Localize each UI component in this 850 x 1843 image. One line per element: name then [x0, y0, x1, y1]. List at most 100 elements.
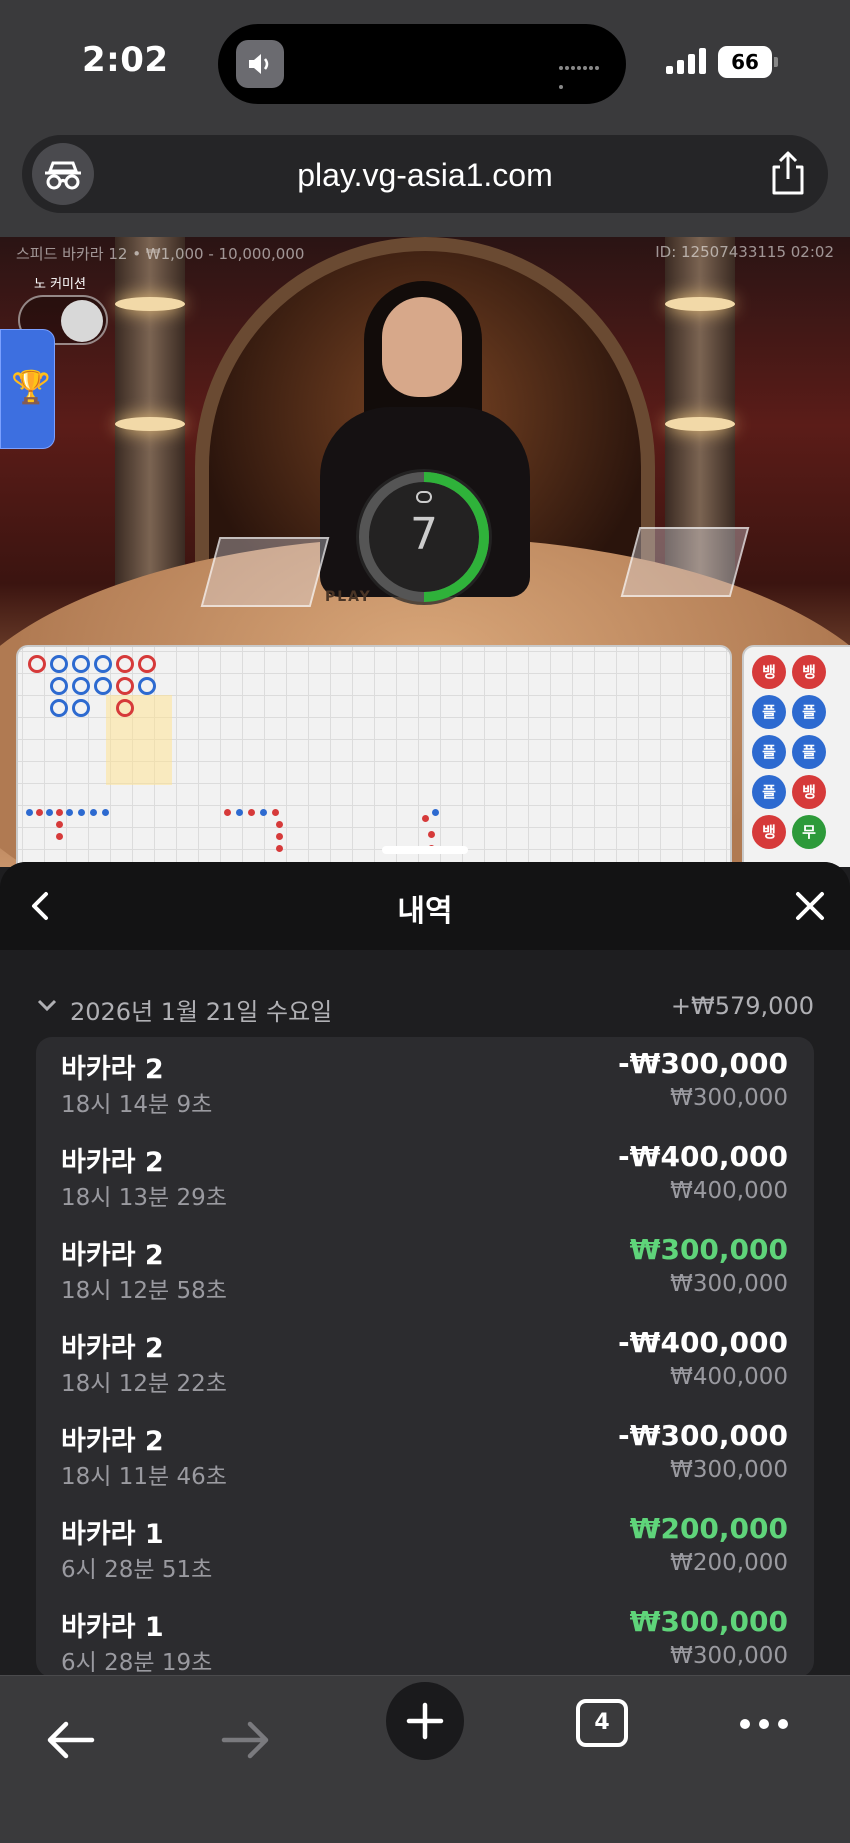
trophy-button[interactable]: 🏆 — [0, 329, 55, 449]
road-dot — [272, 809, 279, 816]
history-row[interactable]: 바카라 2 18시 11분 46초 -₩300,000 ₩300,000 — [36, 1409, 814, 1502]
row-amount: -₩400,000 — [617, 1326, 788, 1359]
discard-holder — [200, 537, 330, 607]
row-bet: ₩400,000 — [670, 1364, 788, 1390]
bead-banker: 뱅 — [792, 775, 826, 809]
history-row[interactable]: 바카라 2 18시 12분 22초 -₩400,000 ₩400,000 — [36, 1316, 814, 1409]
road-bead — [28, 655, 46, 673]
road-dot — [422, 815, 429, 822]
road-bead — [72, 655, 90, 673]
lamp — [115, 297, 185, 311]
bead-player: 플 — [752, 775, 786, 809]
row-time: 6시 28분 51초 — [61, 1557, 213, 1583]
road-dot — [56, 833, 63, 840]
url-text[interactable]: play.vg-asia1.com — [22, 157, 828, 194]
battery-tip — [774, 57, 778, 67]
sheet-title: 내역 — [397, 894, 453, 929]
back-arrow-icon[interactable] — [44, 1720, 96, 1760]
share-icon[interactable] — [766, 149, 810, 197]
row-game-name: 바카라 1 — [61, 1519, 164, 1550]
chevron-down-icon — [37, 999, 57, 1012]
plus-icon — [406, 1702, 444, 1740]
road-dot — [432, 809, 439, 816]
road-bead — [138, 655, 156, 673]
row-amount: ₩300,000 — [629, 1605, 788, 1638]
row-time: 18시 14분 9초 — [61, 1092, 213, 1118]
road-bead — [50, 655, 68, 673]
row-game-name: 바카라 1 — [61, 1612, 164, 1643]
road-bead — [50, 699, 68, 717]
lamp — [665, 297, 735, 311]
live-game-view[interactable]: 스피드 바카라 12 • ₩1,000 - 10,000,000 ID: 125… — [0, 237, 850, 867]
sheet-grabber[interactable] — [382, 846, 468, 854]
road-dot — [26, 809, 33, 816]
history-list: 바카라 2 18시 14분 9초 -₩300,000 ₩300,000 바카라 … — [36, 1037, 814, 1675]
date-group-header[interactable]: 2026년 1월 21일 수요일 +₩579,000 — [36, 990, 814, 1030]
row-game-name: 바카라 2 — [61, 1147, 164, 1178]
row-bet: ₩300,000 — [670, 1643, 788, 1669]
date-label: 2026년 1월 21일 수요일 — [70, 998, 333, 1026]
road-bead — [116, 677, 134, 695]
history-sheet: 내역 2026년 1월 21일 수요일 +₩579,000 바카라 2 18시 … — [0, 862, 850, 1675]
row-bet: ₩300,000 — [670, 1085, 788, 1111]
road-dot — [260, 809, 267, 816]
road-dot — [276, 845, 283, 852]
sheet-header: 내역 — [0, 862, 850, 950]
volume-level-icon — [558, 58, 604, 89]
road-scoreboard[interactable] — [16, 645, 732, 867]
history-row[interactable]: 바카라 2 18시 12분 58초 ₩300,000 ₩300,000 — [36, 1223, 814, 1316]
bead-banker: 뱅 — [752, 655, 786, 689]
browser-toolbar: 4 — [0, 1675, 850, 1843]
bead-player: 플 — [752, 735, 786, 769]
bead-player: 플 — [752, 695, 786, 729]
status-time: 2:02 — [82, 40, 169, 80]
road-bead — [94, 655, 112, 673]
forward-arrow-icon[interactable] — [220, 1720, 272, 1760]
countdown-timer: 7 — [356, 469, 492, 605]
road-dot — [78, 809, 85, 816]
road-bead — [72, 699, 90, 717]
timer-icon — [416, 491, 432, 503]
lamp — [115, 417, 185, 431]
bead-banker: 뱅 — [792, 655, 826, 689]
row-game-name: 바카라 2 — [61, 1240, 164, 1271]
address-bar[interactable]: play.vg-asia1.com — [22, 135, 828, 213]
row-bet: ₩200,000 — [670, 1550, 788, 1576]
bead-road[interactable]: 뱅 뱅 플 플 플 플 플 뱅 뱅 무 — [742, 645, 850, 867]
toggle-knob — [61, 300, 103, 342]
lamp — [665, 417, 735, 431]
history-row[interactable]: 바카라 1 6시 28분 51초 ₩200,000 ₩200,000 — [36, 1502, 814, 1595]
history-row[interactable]: 바카라 2 18시 13분 29초 -₩400,000 ₩400,000 — [36, 1130, 814, 1223]
new-tab-button[interactable] — [386, 1682, 464, 1760]
more-icon[interactable] — [738, 1716, 790, 1732]
road-dot — [66, 809, 73, 816]
row-time: 6시 28분 19초 — [61, 1650, 213, 1675]
road-dot — [236, 809, 243, 816]
road-bead — [116, 699, 134, 717]
row-time: 18시 12분 22초 — [61, 1371, 227, 1397]
close-icon[interactable] — [790, 886, 830, 926]
bead-banker: 뱅 — [752, 815, 786, 849]
road-bead — [94, 677, 112, 695]
row-amount: -₩300,000 — [617, 1047, 788, 1080]
history-row[interactable]: 바카라 2 18시 14분 9초 -₩300,000 ₩300,000 — [36, 1037, 814, 1130]
history-row[interactable]: 바카라 1 6시 28분 19초 ₩300,000 ₩300,000 — [36, 1595, 814, 1675]
tabs-button[interactable]: 4 — [576, 1699, 628, 1747]
dealer-face — [382, 297, 462, 397]
row-amount: ₩200,000 — [629, 1512, 788, 1545]
bead-tie: 무 — [792, 815, 826, 849]
road-bead — [50, 677, 68, 695]
card-shoe — [620, 527, 750, 597]
road-dot — [56, 821, 63, 828]
road-dot — [276, 821, 283, 828]
row-bet: ₩400,000 — [670, 1178, 788, 1204]
row-game-name: 바카라 2 — [61, 1426, 164, 1457]
row-amount: -₩300,000 — [617, 1419, 788, 1452]
road-dot — [224, 809, 231, 816]
table-info: 스피드 바카라 12 • ₩1,000 - 10,000,000 — [16, 245, 305, 263]
bead-player: 플 — [792, 695, 826, 729]
road-dot — [248, 809, 255, 816]
bead-player: 플 — [792, 735, 826, 769]
road-bead — [138, 677, 156, 695]
browser-url-area: play.vg-asia1.com — [0, 125, 850, 237]
